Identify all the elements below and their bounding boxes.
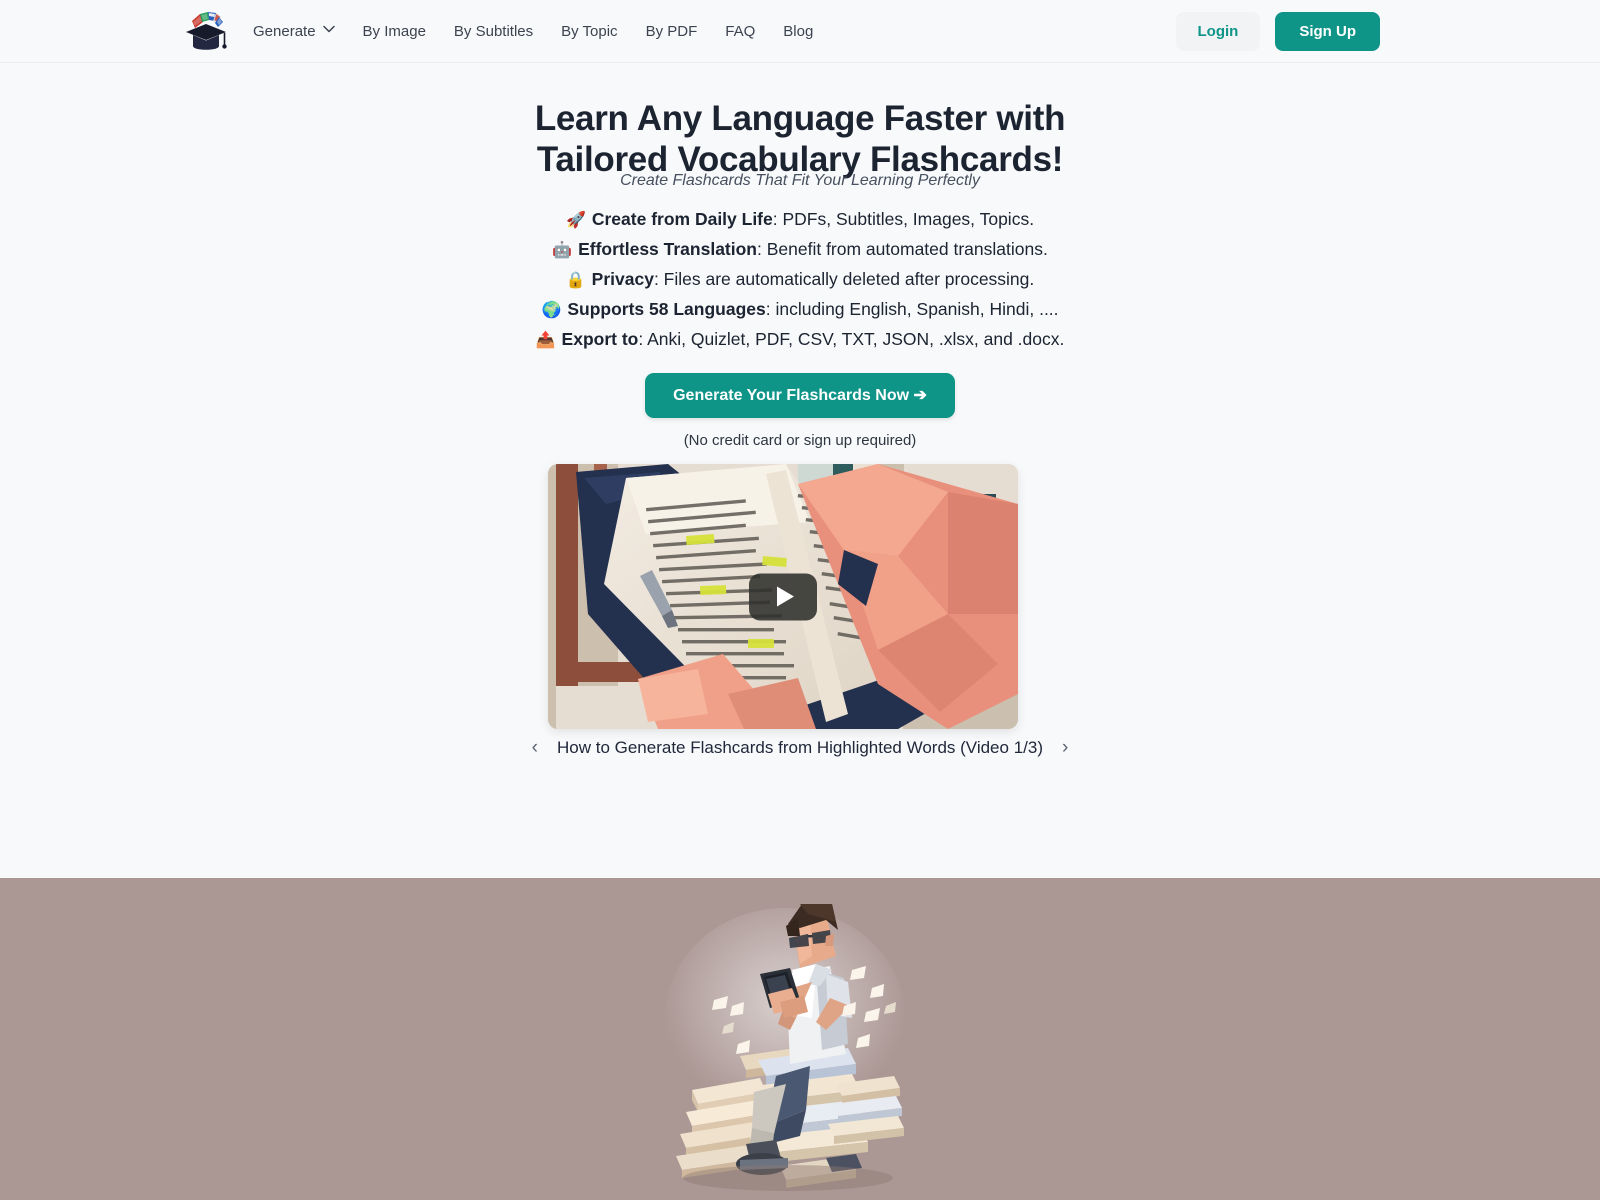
nav-item-label: FAQ [725, 22, 756, 40]
page-title-line-1: Learn Any Language Faster with [534, 99, 1066, 138]
video-caption: How to Generate Flashcards from Highligh… [557, 737, 1043, 757]
nav-item-label: By Image [362, 22, 426, 40]
banner-illustration [640, 878, 930, 1200]
person-on-books-illustration [640, 878, 930, 1200]
site-logo[interactable] [183, 8, 229, 54]
page-title: Learn Any Language Faster with Tailored … [0, 98, 1600, 181]
lock-icon: 🔒 [565, 272, 586, 289]
login-button[interactable]: Login [1175, 12, 1261, 51]
feature-text: : including English, Spanish, Hindi, ...… [765, 299, 1059, 319]
play-button[interactable] [749, 573, 817, 620]
nav-item-label: By PDF [645, 22, 698, 40]
nav-item-label: By Topic [561, 22, 618, 40]
feature-item: 🚀 Create from Daily Life: PDFs, Subtitles… [566, 205, 1034, 235]
feature-title: Effortless Translation [578, 239, 757, 259]
feature-text: : Files are automatically deleted after … [653, 269, 1035, 289]
play-icon [776, 586, 794, 607]
carousel-next-button[interactable]: › [1057, 736, 1073, 759]
nav-item-by-pdf[interactable]: By PDF [632, 0, 712, 62]
feature-text: : Anki, Quizlet, PDF, CSV, TXT, JSON, .x… [638, 329, 1065, 349]
robot-icon: 🤖 [552, 242, 573, 259]
bottom-banner-section [0, 878, 1600, 1200]
feature-title: Supports 58 Languages [567, 299, 766, 319]
feature-text: : PDFs, Subtitles, Images, Topics. [772, 209, 1035, 229]
cta-section: Generate Your Flashcards Now ➔ (No credi… [0, 373, 1600, 449]
nav-item-faq[interactable]: FAQ [711, 0, 769, 62]
site-header: Generate By Image By Subtitles By Topic … [0, 0, 1600, 63]
feature-item: 🌍 Supports 58 Languages: including Englis… [541, 295, 1058, 325]
feature-list: 🚀 Create from Daily Life: PDFs, Subtitles… [0, 205, 1600, 355]
main-navigation: Generate By Image By Subtitles By Topic … [253, 0, 827, 62]
rocket-icon: 🚀 [565, 212, 586, 229]
feature-item: 🤖 Effortless Translation: Benefit from au… [552, 235, 1048, 265]
feature-item: 🔒 Privacy: Files are automatically delete… [566, 265, 1035, 295]
nav-item-label: Generate [253, 22, 316, 40]
nav-item-label: By Subtitles [453, 22, 534, 40]
carousel-prev-button[interactable]: ‹ [527, 736, 543, 759]
nav-item-by-image[interactable]: By Image [349, 0, 440, 62]
video-carousel-controls: ‹ How to Generate Flashcards from Highli… [0, 736, 1600, 759]
feature-text: : Benefit from automated translations. [757, 239, 1048, 259]
feature-title: Privacy [591, 269, 654, 289]
cta-note: (No credit card or sign up required) [683, 432, 917, 449]
signup-button[interactable]: Sign Up [1275, 12, 1380, 51]
globe-icon: 🌍 [541, 302, 562, 319]
video-thumbnail[interactable] [548, 464, 1018, 729]
feature-item: 📤 Export to: Anki, Quizlet, PDF, CSV, TXT… [536, 325, 1065, 355]
feature-title: Create from Daily Life [591, 209, 773, 229]
header-actions: Login Sign Up [1175, 12, 1380, 51]
feature-title: Export to [561, 329, 639, 349]
nav-item-blog[interactable]: Blog [769, 0, 827, 62]
nav-item-by-subtitles[interactable]: By Subtitles [440, 0, 547, 62]
nav-item-label: Blog [783, 22, 814, 40]
nav-item-by-topic[interactable]: By Topic [547, 0, 631, 62]
nav-item-generate[interactable]: Generate [253, 0, 349, 62]
graduation-cap-with-flags-icon [186, 12, 227, 50]
page-subtitle: Create Flashcards That Fit Your Learning… [620, 172, 980, 189]
chevron-down-icon [322, 25, 335, 33]
hero-section: Learn Any Language Faster with Tailored … [0, 63, 1600, 878]
outbox-tray-icon: 📤 [535, 332, 556, 349]
generate-flashcards-button[interactable]: Generate Your Flashcards Now ➔ [645, 373, 955, 418]
